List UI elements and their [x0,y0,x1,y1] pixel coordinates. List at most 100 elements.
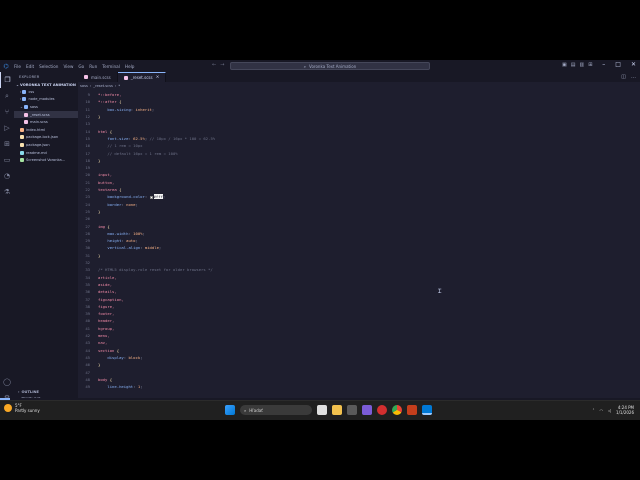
outline-section[interactable]: › OUTLINE [14,388,78,395]
editor-actions: ◫ … [621,74,636,80]
line-number: 40 [85,318,90,324]
code-text: details, [92,289,117,294]
file-tree-item[interactable]: readme.md [14,149,78,157]
editor-tab[interactable]: _reset.scss × [117,72,167,82]
code-text: background-color: #fff; [92,194,165,200]
code-token: #fff [153,194,163,200]
outline-label: OUTLINE [21,389,39,394]
remote-explorer-icon[interactable]: ▭ [0,152,14,168]
line-number: 11 [85,106,90,112]
app-icon[interactable] [362,405,372,415]
line-number: 24 [85,201,90,207]
line-number: 41 [85,325,90,331]
editor-tab[interactable]: main.scss [78,72,118,82]
code-token: button, [98,179,115,185]
command-center[interactable]: ⌕ Voronka Text Animation [230,62,430,70]
more-actions-icon[interactable]: … [631,74,636,80]
file-tree-item[interactable]: package.json [14,141,78,149]
line-number: 37 [85,296,90,302]
menu-item[interactable]: Go [78,64,84,69]
minimize-icon[interactable]: – [602,61,605,68]
html-file-icon [20,127,24,132]
wifi-icon[interactable]: ◠ [599,408,603,413]
line-number: 13 [85,121,90,127]
layout-controls: ▣ ▤ ▥ ⊞ [562,62,592,68]
windows-start-icon[interactable] [225,405,235,415]
line-number: 14 [85,128,90,134]
testing-icon[interactable]: ⚗ [0,184,14,200]
code-editor[interactable]: Ɪ 9 *::before, 10 *::after {11 box-sizing: … [78,89,640,398]
file-tree-item[interactable]: › node_modules [14,96,78,104]
search-icon[interactable]: ⌕ [0,88,14,104]
taskbar-search[interactable]: ⌕ Hľadať [240,405,312,415]
breadcrumb-separator-icon: › [114,83,117,88]
code-line: 44 section { [78,347,640,354]
maximize-icon[interactable]: □ [615,61,621,68]
file-tree-item[interactable]: ⌄ sass [14,103,78,111]
menu-item[interactable]: Selection [39,64,58,69]
customize-layout-icon[interactable]: ⊞ [588,62,592,68]
code-text: aside, [92,282,112,287]
file-tree-item[interactable]: package-lock.json [14,134,78,142]
code-line: 31} [78,252,640,259]
code-line: 21 button, [78,179,640,186]
code-text: *::after { [92,99,121,104]
close-tab-icon[interactable]: × [156,75,160,80]
toggle-panel-icon[interactable]: ▤ [571,62,576,68]
toggle-secondary-sidebar-icon[interactable]: ▥ [579,62,584,68]
run-debug-icon[interactable]: ▷ [0,120,14,136]
opera-icon[interactable] [377,405,387,415]
file-name: css [28,89,35,94]
code-line: 42 menu, [78,332,640,339]
project-root[interactable]: ⌄ VORONKA TEXT ANIMATION [14,81,78,88]
menu-bar: File Edit Selection View Go Run Terminal Help [14,64,134,69]
menu-item[interactable]: View [63,64,73,69]
back-arrow-icon[interactable]: ← [212,62,216,68]
code-text: line-height: 1; [92,384,143,390]
breadcrumb-item[interactable]: * [118,84,120,88]
file-tree-item[interactable]: Screenshot Voronka... [14,156,78,164]
line-number: 46 [85,362,90,368]
file-explorer-icon[interactable] [332,405,342,415]
code-line: 45 display: block; [78,354,640,361]
menu-item[interactable]: File [14,64,21,69]
scss-file-icon [84,75,88,79]
file-tree-item[interactable]: _reset.scss [14,110,78,119]
code-token: ; [140,384,143,390]
file-tree-item[interactable]: › css [14,88,78,96]
clock[interactable]: 4:24 PM 1/1/2026 [616,405,634,415]
close-icon[interactable]: ✕ [631,61,636,68]
menu-item[interactable]: Run [89,64,97,69]
file-name: _reset.scss [30,112,50,117]
code-text: display: block; [92,355,142,360]
code-text: nav, [92,340,107,345]
toggle-sidebar-icon[interactable]: ▣ [562,62,567,68]
split-editor-icon[interactable]: ◫ [621,74,626,80]
forward-arrow-icon[interactable]: → [220,62,224,68]
file-tree-item[interactable]: index.html [14,126,78,134]
task-view-icon[interactable] [317,405,327,415]
volume-icon[interactable]: ◁ [608,408,611,413]
code-line: 17 // default 16px = 1 rem = 100% [78,149,640,156]
vscode-taskbar-icon[interactable] [422,405,432,415]
breadcrumb-item[interactable]: sass [80,84,88,88]
menu-item[interactable]: Help [125,64,135,69]
file-tree-item[interactable]: main.scss [14,118,78,126]
code-text: section { [92,348,119,353]
git-graph-icon[interactable]: ◔ [0,168,14,184]
breadcrumb-item[interactable]: _reset.scss [93,84,113,88]
tray-chevron-icon[interactable]: ˄ [592,408,594,413]
store-icon[interactable] [347,405,357,415]
color-swatch-icon [149,195,153,199]
extensions-icon[interactable]: ⊞ [0,136,14,152]
chrome-icon[interactable] [392,405,402,415]
account-icon[interactable]: ◯ [0,374,14,390]
weather-widget[interactable]: 5°F Partly sunny [4,403,40,413]
explorer-icon[interactable]: ❐ [0,72,14,88]
code-line: 12} [78,113,640,120]
menu-item[interactable]: Terminal [102,64,120,69]
powerpoint-icon[interactable] [407,405,417,415]
line-number: 30 [85,245,90,251]
source-control-icon[interactable]: ⑂ [0,104,14,120]
menu-item[interactable]: Edit [26,64,34,69]
